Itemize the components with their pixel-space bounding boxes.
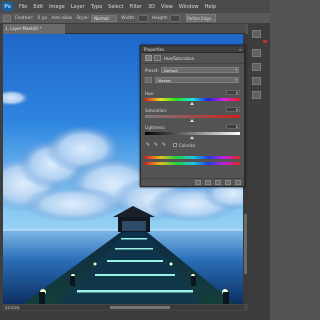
options-bar: Feather: 0 px Anti-alias Style: Normal W… bbox=[0, 13, 270, 24]
width-field[interactable] bbox=[137, 14, 148, 22]
menu-file[interactable]: File bbox=[19, 4, 27, 10]
hue-slider-track[interactable] bbox=[145, 98, 240, 101]
clip-to-layer-icon[interactable] bbox=[195, 180, 201, 185]
horizontal-scroll-thumb[interactable] bbox=[110, 306, 170, 309]
adjustment-header: Hue/Saturation bbox=[141, 53, 244, 64]
layers-panel-icon[interactable] bbox=[252, 30, 261, 38]
result-spectrum-bar bbox=[145, 162, 240, 165]
lightness-slider-thumb[interactable] bbox=[190, 136, 194, 139]
properties-panel: Properties ≡ Hue/Saturation Preset: Defa… bbox=[140, 45, 245, 187]
eyedropper-subtract-icon[interactable]: ✎ bbox=[161, 142, 167, 148]
mask-icon[interactable] bbox=[154, 55, 161, 61]
preset-select[interactable]: Default ▾ bbox=[161, 67, 239, 73]
panel-menu-icon[interactable]: ≡ bbox=[239, 46, 242, 53]
source-spectrum-bar bbox=[145, 156, 240, 159]
menu-image[interactable]: Image bbox=[49, 4, 65, 10]
properties-titlebar[interactable]: Properties ≡ bbox=[141, 46, 244, 53]
menu-select[interactable]: Select bbox=[108, 4, 123, 10]
refine-edge-button[interactable]: Refine Edge... bbox=[186, 14, 217, 22]
preset-label: Preset: bbox=[145, 68, 159, 73]
feather-label: Feather: bbox=[15, 15, 34, 21]
eyedropper-icon[interactable]: ✎ bbox=[145, 142, 151, 148]
color-swatch-icon bbox=[263, 40, 267, 43]
chevron-down-icon: ▾ bbox=[235, 68, 237, 72]
menu-edit[interactable]: Edit bbox=[33, 4, 43, 10]
history-panel-icon[interactable] bbox=[252, 49, 261, 57]
colorize-label: Colorize bbox=[179, 143, 196, 148]
lightness-label: Lightness: bbox=[145, 125, 166, 130]
colorize-checkbox[interactable] bbox=[173, 143, 177, 147]
saturation-slider-track[interactable] bbox=[145, 115, 240, 118]
visibility-icon[interactable] bbox=[225, 180, 231, 185]
saturation-value-field[interactable]: 0 bbox=[226, 107, 240, 112]
channel-value: Master bbox=[158, 78, 171, 83]
app-logo: Ps bbox=[2, 2, 13, 11]
hue-slider-thumb[interactable] bbox=[190, 102, 194, 105]
properties-footer bbox=[141, 178, 244, 186]
hue-saturation-icon bbox=[145, 55, 152, 61]
document-tab[interactable]: 1, Layer Mask/8) * bbox=[3, 24, 65, 34]
saturation-label: Saturation: bbox=[145, 108, 168, 113]
menu-filter[interactable]: Filter bbox=[130, 4, 142, 10]
horizontal-scrollbar[interactable] bbox=[20, 305, 244, 310]
style-label: Style: bbox=[76, 15, 90, 21]
zoom-level[interactable]: 33.33% bbox=[5, 305, 19, 310]
panel-dock bbox=[248, 24, 270, 320]
style-select[interactable]: Normal bbox=[91, 14, 118, 22]
feather-value[interactable]: 0 px bbox=[38, 16, 48, 21]
chevron-down-icon: ▾ bbox=[235, 78, 237, 82]
height-label: Height: bbox=[151, 15, 169, 21]
saturation-slider-thumb[interactable] bbox=[190, 119, 194, 122]
height-field[interactable] bbox=[170, 14, 181, 22]
hue-value-field[interactable]: 0 bbox=[226, 90, 240, 95]
properties-title: Properties bbox=[144, 47, 165, 52]
adjustment-name: Hue/Saturation bbox=[164, 55, 195, 61]
view-previous-icon[interactable] bbox=[205, 180, 211, 185]
menu-type[interactable]: Type bbox=[91, 4, 102, 10]
vertical-scroll-thumb[interactable] bbox=[244, 214, 247, 274]
lightness-value-field[interactable]: 0 bbox=[226, 124, 240, 129]
antialias-checkbox-label[interactable]: Anti-alias bbox=[51, 16, 72, 21]
lightness-slider-track[interactable] bbox=[145, 132, 240, 135]
adjustments-panel-icon[interactable] bbox=[252, 63, 261, 71]
bottom-frame bbox=[0, 311, 270, 320]
reset-icon[interactable] bbox=[215, 180, 221, 185]
preset-value: Default bbox=[164, 68, 178, 73]
marquee-tool-icon[interactable] bbox=[3, 14, 11, 22]
menu-window[interactable]: Window bbox=[179, 4, 199, 10]
paths-panel-icon[interactable] bbox=[252, 91, 261, 99]
menu-view[interactable]: View bbox=[161, 4, 173, 10]
width-label: Width: bbox=[121, 15, 136, 21]
hue-label: Hue: bbox=[145, 91, 155, 96]
channel-select[interactable]: Master ▾ bbox=[155, 77, 239, 83]
menu-3d[interactable]: 3D bbox=[148, 4, 155, 10]
delete-icon[interactable] bbox=[235, 180, 241, 185]
menu-bar: Ps File Edit Image Layer Type Select Fil… bbox=[0, 0, 270, 13]
menu-help[interactable]: Help bbox=[205, 4, 216, 10]
document-tab-bar: 1, Layer Mask/8) * bbox=[3, 24, 245, 34]
target-adjust-tool-icon[interactable] bbox=[145, 77, 152, 83]
eyedropper-add-icon[interactable]: ✎ bbox=[153, 142, 159, 148]
menu-layer[interactable]: Layer bbox=[71, 4, 85, 10]
channels-panel-icon[interactable] bbox=[252, 77, 261, 85]
